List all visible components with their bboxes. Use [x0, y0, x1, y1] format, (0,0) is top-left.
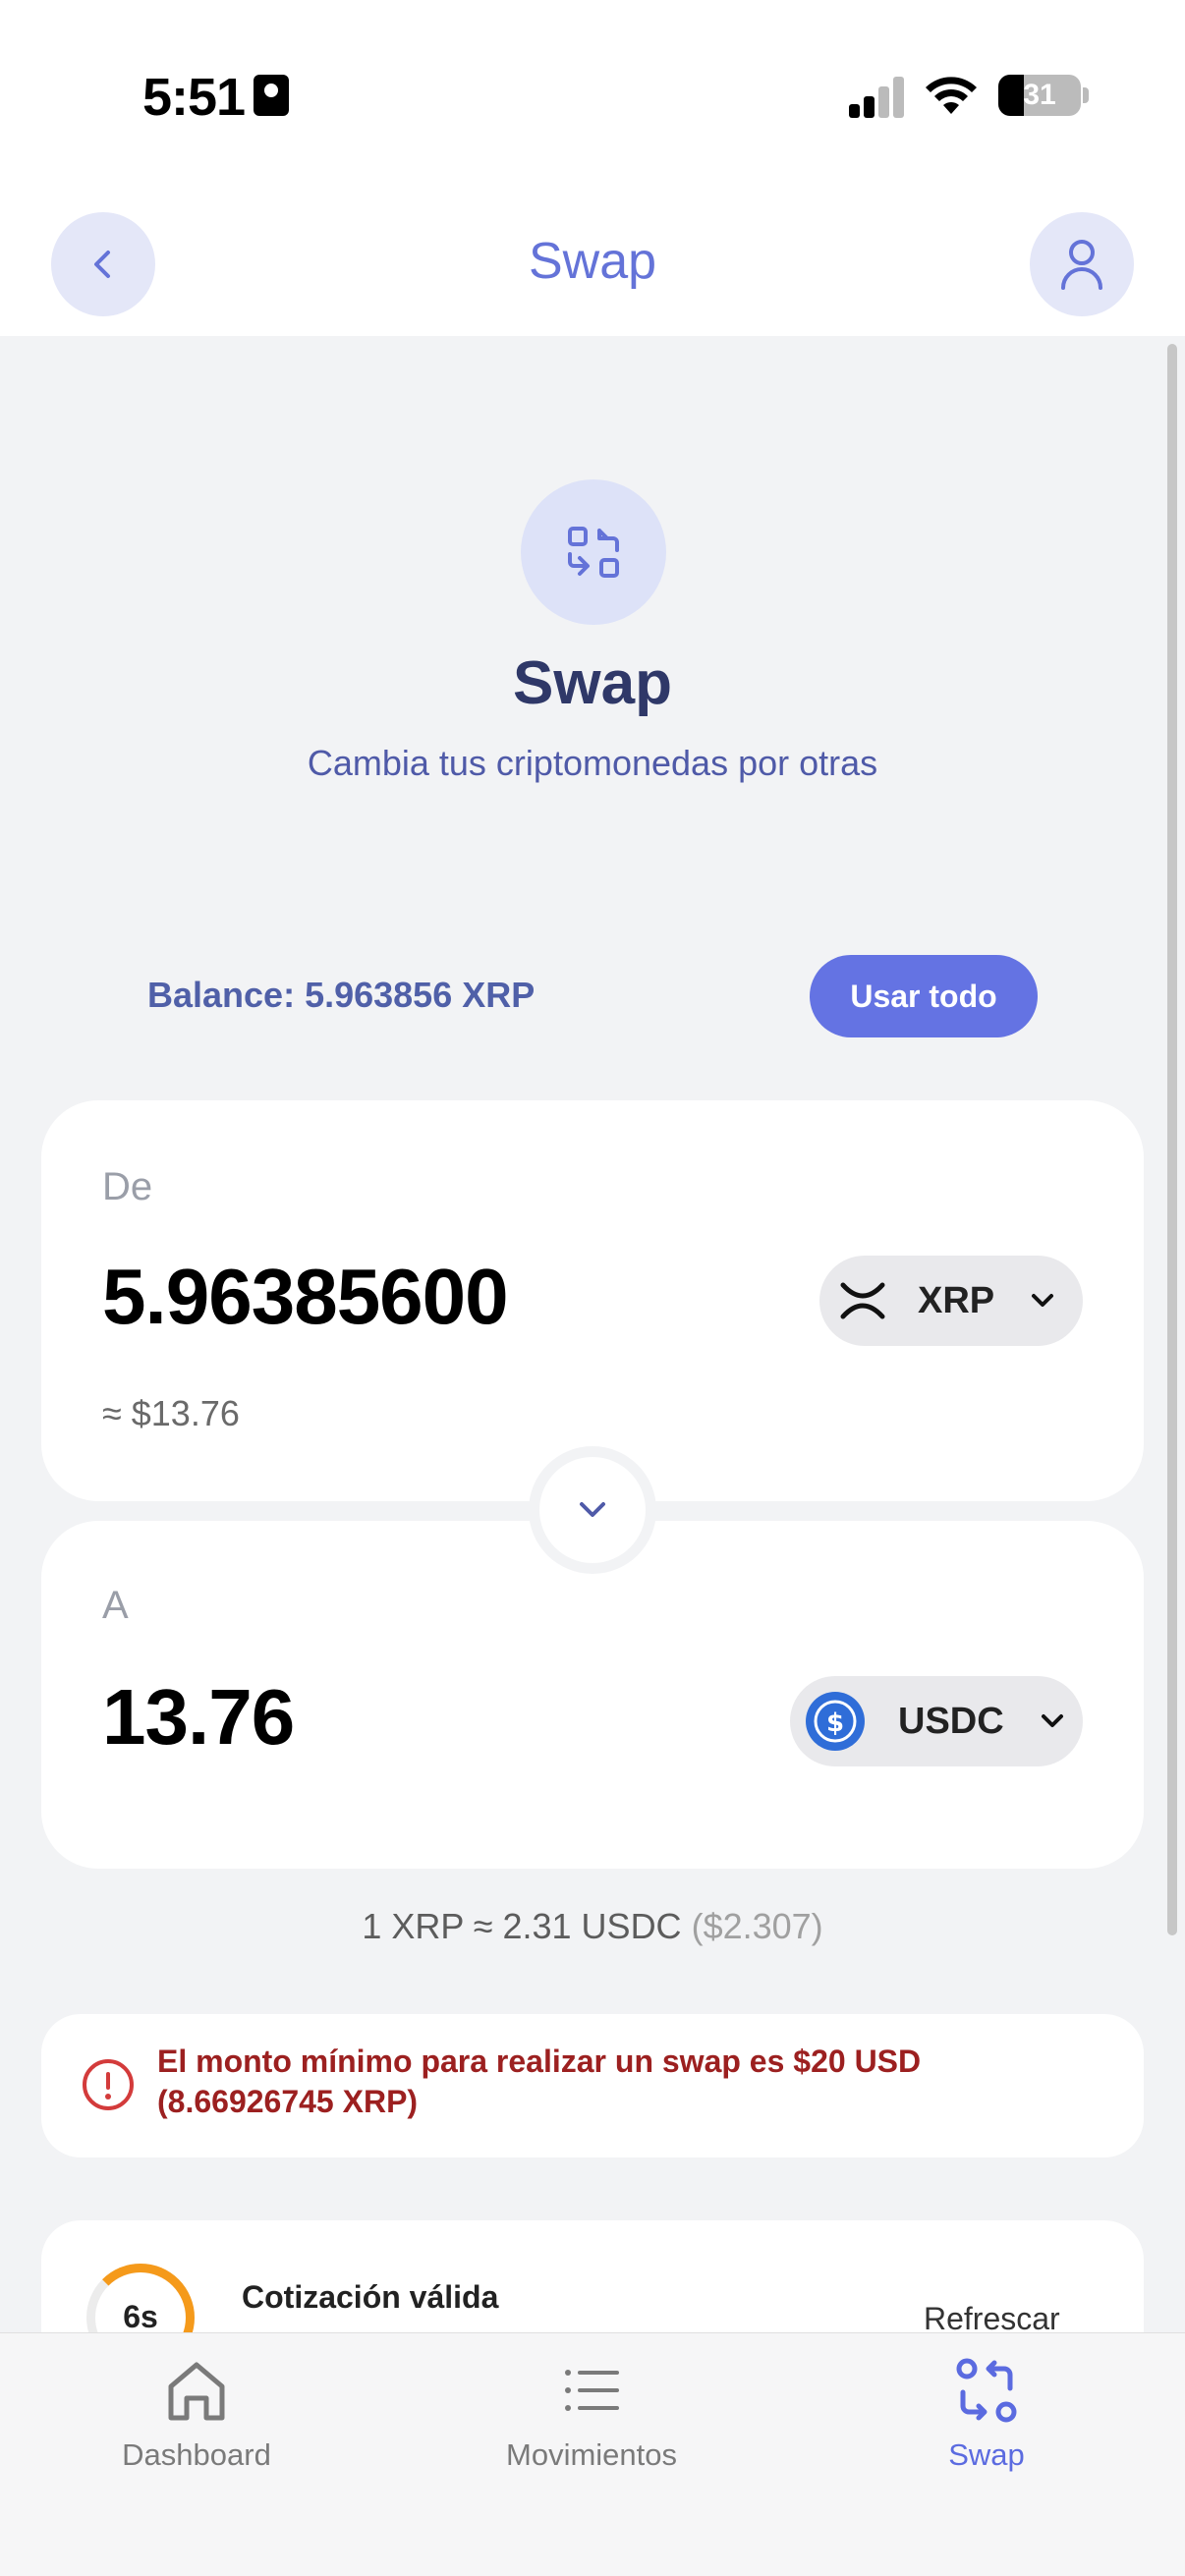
error-message-card: El monto mínimo para realizar un swap es… [41, 2014, 1144, 2157]
use-all-button[interactable]: Usar todo [810, 955, 1038, 1037]
wifi-icon [926, 77, 977, 114]
from-label: De [102, 1165, 153, 1208]
swap-icon [568, 527, 619, 578]
exchange-rate: 1 XRP ≈ 2.31 USDC ($2.307) [0, 1906, 1185, 1947]
chevron-down-icon [1032, 1294, 1054, 1307]
to-amount: 13.76 [102, 1673, 295, 1761]
to-token-selector[interactable]: $ USDC [790, 1676, 1083, 1766]
timer-text: 6s [123, 2299, 158, 2334]
svg-text:$: $ [826, 1708, 844, 1738]
profile-button[interactable] [1030, 212, 1134, 316]
error-message: El monto mínimo para realizar un swap es… [157, 2044, 922, 2119]
exchange-rate-usd: ($2.307) [691, 1906, 823, 1946]
list-icon [565, 2370, 619, 2411]
tab-movimientos[interactable]: Movimientos [444, 2355, 739, 2473]
hero-subtitle: Cambia tus criptomonedas por otras [307, 743, 878, 783]
chevron-down-icon [1041, 1714, 1063, 1727]
quote-title: Cotización válida [242, 2279, 499, 2315]
usdc-icon: $ [806, 1692, 865, 1751]
exchange-rate-text: 1 XRP ≈ 2.31 USDC [362, 1906, 682, 1946]
battery-level: 31 [1023, 79, 1056, 111]
xrp-icon [833, 1271, 892, 1330]
to-token-name: USDC [898, 1700, 1004, 1742]
tab-dashboard[interactable]: Dashboard [49, 2355, 344, 2473]
scrollbar[interactable] [1167, 344, 1177, 1935]
tab-label: Movimientos [506, 2437, 677, 2472]
app-header: Swap [0, 196, 1185, 336]
tab-bar: Dashboard Movimientos Swap [0, 2332, 1185, 2576]
from-fiat-value: ≈ $13.76 [102, 1393, 240, 1433]
page-title: Swap [528, 233, 657, 290]
tab-label: Dashboard [122, 2437, 271, 2472]
alert-circle-icon [83, 2059, 134, 2110]
home-icon [168, 2362, 225, 2421]
hero-title: Swap [513, 649, 672, 717]
balance-text: Balance: 5.963856 XRP [147, 975, 536, 1015]
from-token-selector[interactable]: XRP [819, 1256, 1083, 1346]
tab-swap[interactable]: Swap [839, 2355, 1134, 2473]
cellular-signal-icon [849, 77, 906, 118]
user-icon [1061, 240, 1102, 290]
contact-card-icon [254, 75, 289, 116]
from-card: De 5.96385600 XRP ≈ $13.76 [41, 1100, 1144, 1501]
battery-icon: 31 [998, 75, 1081, 116]
tab-label: Swap [948, 2437, 1025, 2472]
from-amount-input[interactable]: 5.96385600 [102, 1252, 509, 1342]
status-time: 5:51 [142, 68, 246, 127]
swap-icon [956, 2358, 1017, 2423]
from-token-name: XRP [918, 1279, 995, 1321]
swap-direction-button[interactable] [529, 1446, 656, 1574]
swap-hero-icon [521, 479, 666, 625]
status-bar: 5:51 31 [0, 0, 1185, 196]
chevron-down-icon [580, 1502, 605, 1517]
to-label: A [102, 1584, 129, 1627]
